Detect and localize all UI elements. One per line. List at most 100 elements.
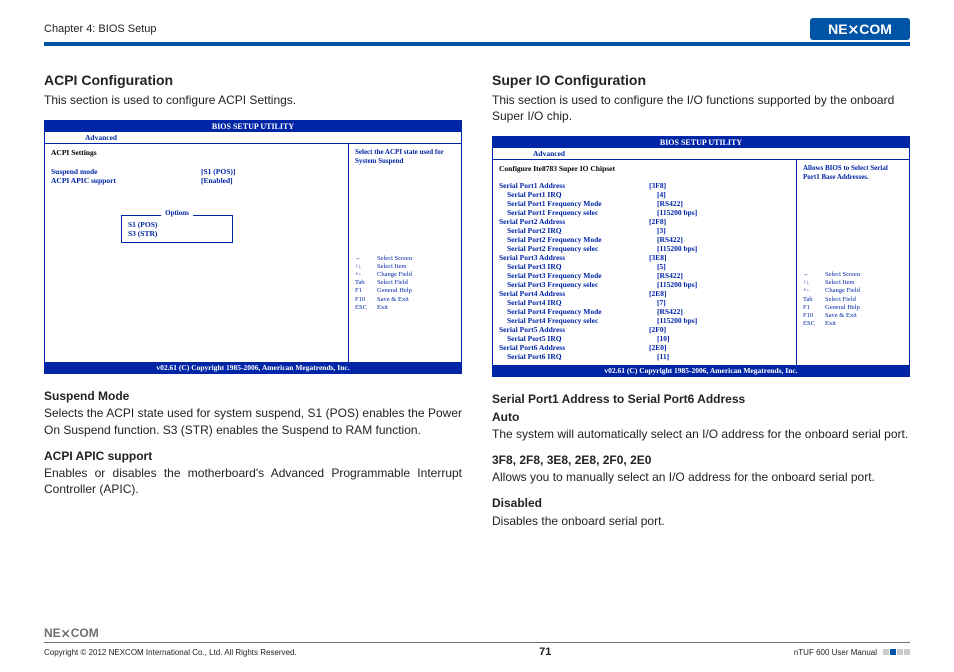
bios-row-label: Serial Port2 IRQ [499, 226, 657, 235]
bios-row[interactable]: Serial Port6 IRQ[11] [499, 352, 790, 361]
bios-footer: v02.61 (C) Copyright 1985-2006, American… [493, 365, 909, 376]
bios-help-row: F1General Help [355, 287, 455, 295]
desc-text: Selects the ACPI state used for system s… [44, 406, 462, 436]
bios-row-label: Suspend mode [51, 167, 201, 176]
bios-row-value: [RS422] [657, 199, 683, 208]
bios-row[interactable]: Serial Port2 IRQ[3] [499, 226, 790, 235]
bios-subheading: ACPI Settings [51, 148, 342, 157]
bios-row-value: [2F8] [649, 217, 666, 226]
bios-row-label: Serial Port4 Address [499, 289, 649, 298]
bios-row-value: [2E0] [649, 343, 667, 352]
bios-row[interactable]: Serial Port2 Frequency selec[115200 bps] [499, 244, 790, 253]
desc-heading: ACPI APIC support [44, 448, 462, 464]
bios-row[interactable]: Serial Port1 IRQ[4] [499, 190, 790, 199]
bios-row-label: Serial Port3 Frequency Mode [499, 271, 657, 280]
desc-text: Disables the onboard serial port. [492, 514, 665, 528]
bios-row[interactable]: Serial Port4 Frequency selec[115200 bps] [499, 316, 790, 325]
bios-row-label: Serial Port3 Frequency selec [499, 280, 657, 289]
bios-footer: v02.61 (C) Copyright 1985-2006, American… [45, 362, 461, 373]
bios-row[interactable]: Serial Port1 Address[3F8] [499, 181, 790, 190]
bios-row[interactable]: Serial Port4 Frequency Mode[RS422] [499, 307, 790, 316]
desc-heading: Disabled [492, 495, 910, 511]
desc-heading: Auto [492, 409, 910, 425]
section-intro-left: This section is used to configure ACPI S… [44, 92, 462, 108]
bios-help-row: +-Change Field [803, 287, 903, 295]
bios-row[interactable]: Serial Port1 Frequency selec[115200 bps] [499, 208, 790, 217]
bios-help-row: ←Select Screen [355, 255, 455, 263]
bios-row-value: [2F0] [649, 325, 666, 334]
bios-row[interactable]: Serial Port3 Frequency selec[115200 bps] [499, 280, 790, 289]
popup-option[interactable]: S1 (POS) [128, 220, 226, 229]
bios-subheading: Configure Ite8783 Super IO Chipset [499, 164, 790, 173]
bios-row[interactable]: Serial Port2 Address[2F8] [499, 217, 790, 226]
bios-help-row: ESCExit [803, 320, 903, 328]
bios-help-row: F10Save & Exit [803, 312, 903, 320]
bios-side-hint: Allows BIOS to Select Serial Port1 Base … [803, 164, 903, 181]
bios-row-value: [7] [657, 298, 666, 307]
bios-row-value: [115200 bps] [657, 316, 697, 325]
bios-side-hint: Select the ACPI state used for System Su… [355, 148, 455, 165]
bios-row[interactable]: Serial Port3 Frequency Mode[RS422] [499, 271, 790, 280]
section-title-left: ACPI Configuration [44, 72, 462, 88]
bios-row[interactable]: Serial Port4 Address[2E8] [499, 289, 790, 298]
bios-options-popup: Options S1 (POS) S3 (STR) [121, 215, 233, 243]
bios-row-value: [2E8] [649, 289, 667, 298]
bios-tab-advanced[interactable]: Advanced [85, 133, 117, 142]
footer-page-number: 71 [539, 646, 551, 658]
bios-row-label: Serial Port1 Address [499, 181, 649, 190]
bios-title: BIOS SETUP UTILITY [45, 121, 461, 132]
bios-row-label: Serial Port1 Frequency Mode [499, 199, 657, 208]
bios-row[interactable]: Serial Port3 IRQ[5] [499, 262, 790, 271]
bios-row[interactable]: Serial Port4 IRQ[7] [499, 298, 790, 307]
bios-tab-advanced[interactable]: Advanced [533, 149, 565, 158]
desc-text: Enables or disables the motherboard's Ad… [44, 466, 462, 496]
bios-row-value: [4] [657, 190, 666, 199]
bios-row-label: Serial Port4 IRQ [499, 298, 657, 307]
section-intro-right: This section is used to configure the I/… [492, 92, 910, 124]
bios-help-row: TabSelect Field [803, 296, 903, 304]
svg-text:NE⨯COM: NE⨯COM [44, 626, 99, 640]
desc-text: Allows you to manually select an I/O add… [492, 470, 875, 484]
bios-row[interactable]: ACPI APIC support [Enabled] [51, 176, 342, 185]
bios-row-label: Serial Port5 Address [499, 325, 649, 334]
header-divider [44, 42, 910, 46]
svg-text:NE⨯COM: NE⨯COM [828, 21, 892, 37]
desc-heading: Suspend Mode [44, 388, 462, 404]
bios-panel-acpi: BIOS SETUP UTILITY Advanced ACPI Setting… [44, 120, 462, 374]
bios-row-label: ACPI APIC support [51, 176, 201, 185]
bios-row-label: Serial Port1 IRQ [499, 190, 657, 199]
bios-row[interactable]: Serial Port3 Address[3E8] [499, 253, 790, 262]
bios-row[interactable]: Suspend mode [S1 (POS)] [51, 167, 342, 176]
bios-row[interactable]: Serial Port2 Frequency Mode[RS422] [499, 235, 790, 244]
footer-copyright: Copyright © 2012 NEXCOM International Co… [44, 648, 297, 657]
bios-panel-superio: BIOS SETUP UTILITY Advanced Configure It… [492, 136, 910, 377]
footer-brand-logo: NE⨯COM [44, 626, 910, 640]
bios-row-value: [S1 (POS)] [201, 167, 235, 176]
bios-help-row: +-Change Field [355, 271, 455, 279]
bios-row[interactable]: Serial Port6 Address[2E0] [499, 343, 790, 352]
desc-heading: Serial Port1 Address to Serial Port6 Add… [492, 391, 910, 407]
bios-row-label: Serial Port4 Frequency selec [499, 316, 657, 325]
bios-row-label: Serial Port4 Frequency Mode [499, 307, 657, 316]
footer-manual-name: nTUF 600 User Manual [794, 648, 877, 657]
bios-row-label: Serial Port2 Frequency Mode [499, 235, 657, 244]
bios-row-value: [115200 bps] [657, 208, 697, 217]
bios-row-value: [Enabled] [201, 176, 233, 185]
bios-row-label: Serial Port6 Address [499, 343, 649, 352]
popup-option[interactable]: S3 (STR) [128, 229, 226, 238]
bios-row-value: [3] [657, 226, 666, 235]
bios-row-value: [5] [657, 262, 666, 271]
bios-help-row: ↑↓Select Item [803, 279, 903, 287]
bios-help-row: F10Save & Exit [355, 296, 455, 304]
bios-row[interactable]: Serial Port1 Frequency Mode[RS422] [499, 199, 790, 208]
bios-help-keys: ←Select Screen↑↓Select Item+-Change Fiel… [803, 271, 903, 328]
section-title-right: Super IO Configuration [492, 72, 910, 88]
bios-help-row: ↑↓Select Item [355, 263, 455, 271]
chapter-label: Chapter 4: BIOS Setup [44, 23, 157, 35]
bios-row-label: Serial Port6 IRQ [499, 352, 657, 361]
bios-row-value: [RS422] [657, 271, 683, 280]
bios-row-value: [115200 bps] [657, 244, 697, 253]
bios-help-row: ESCExit [355, 304, 455, 312]
bios-row[interactable]: Serial Port5 IRQ[10] [499, 334, 790, 343]
bios-row[interactable]: Serial Port5 Address[2F0] [499, 325, 790, 334]
